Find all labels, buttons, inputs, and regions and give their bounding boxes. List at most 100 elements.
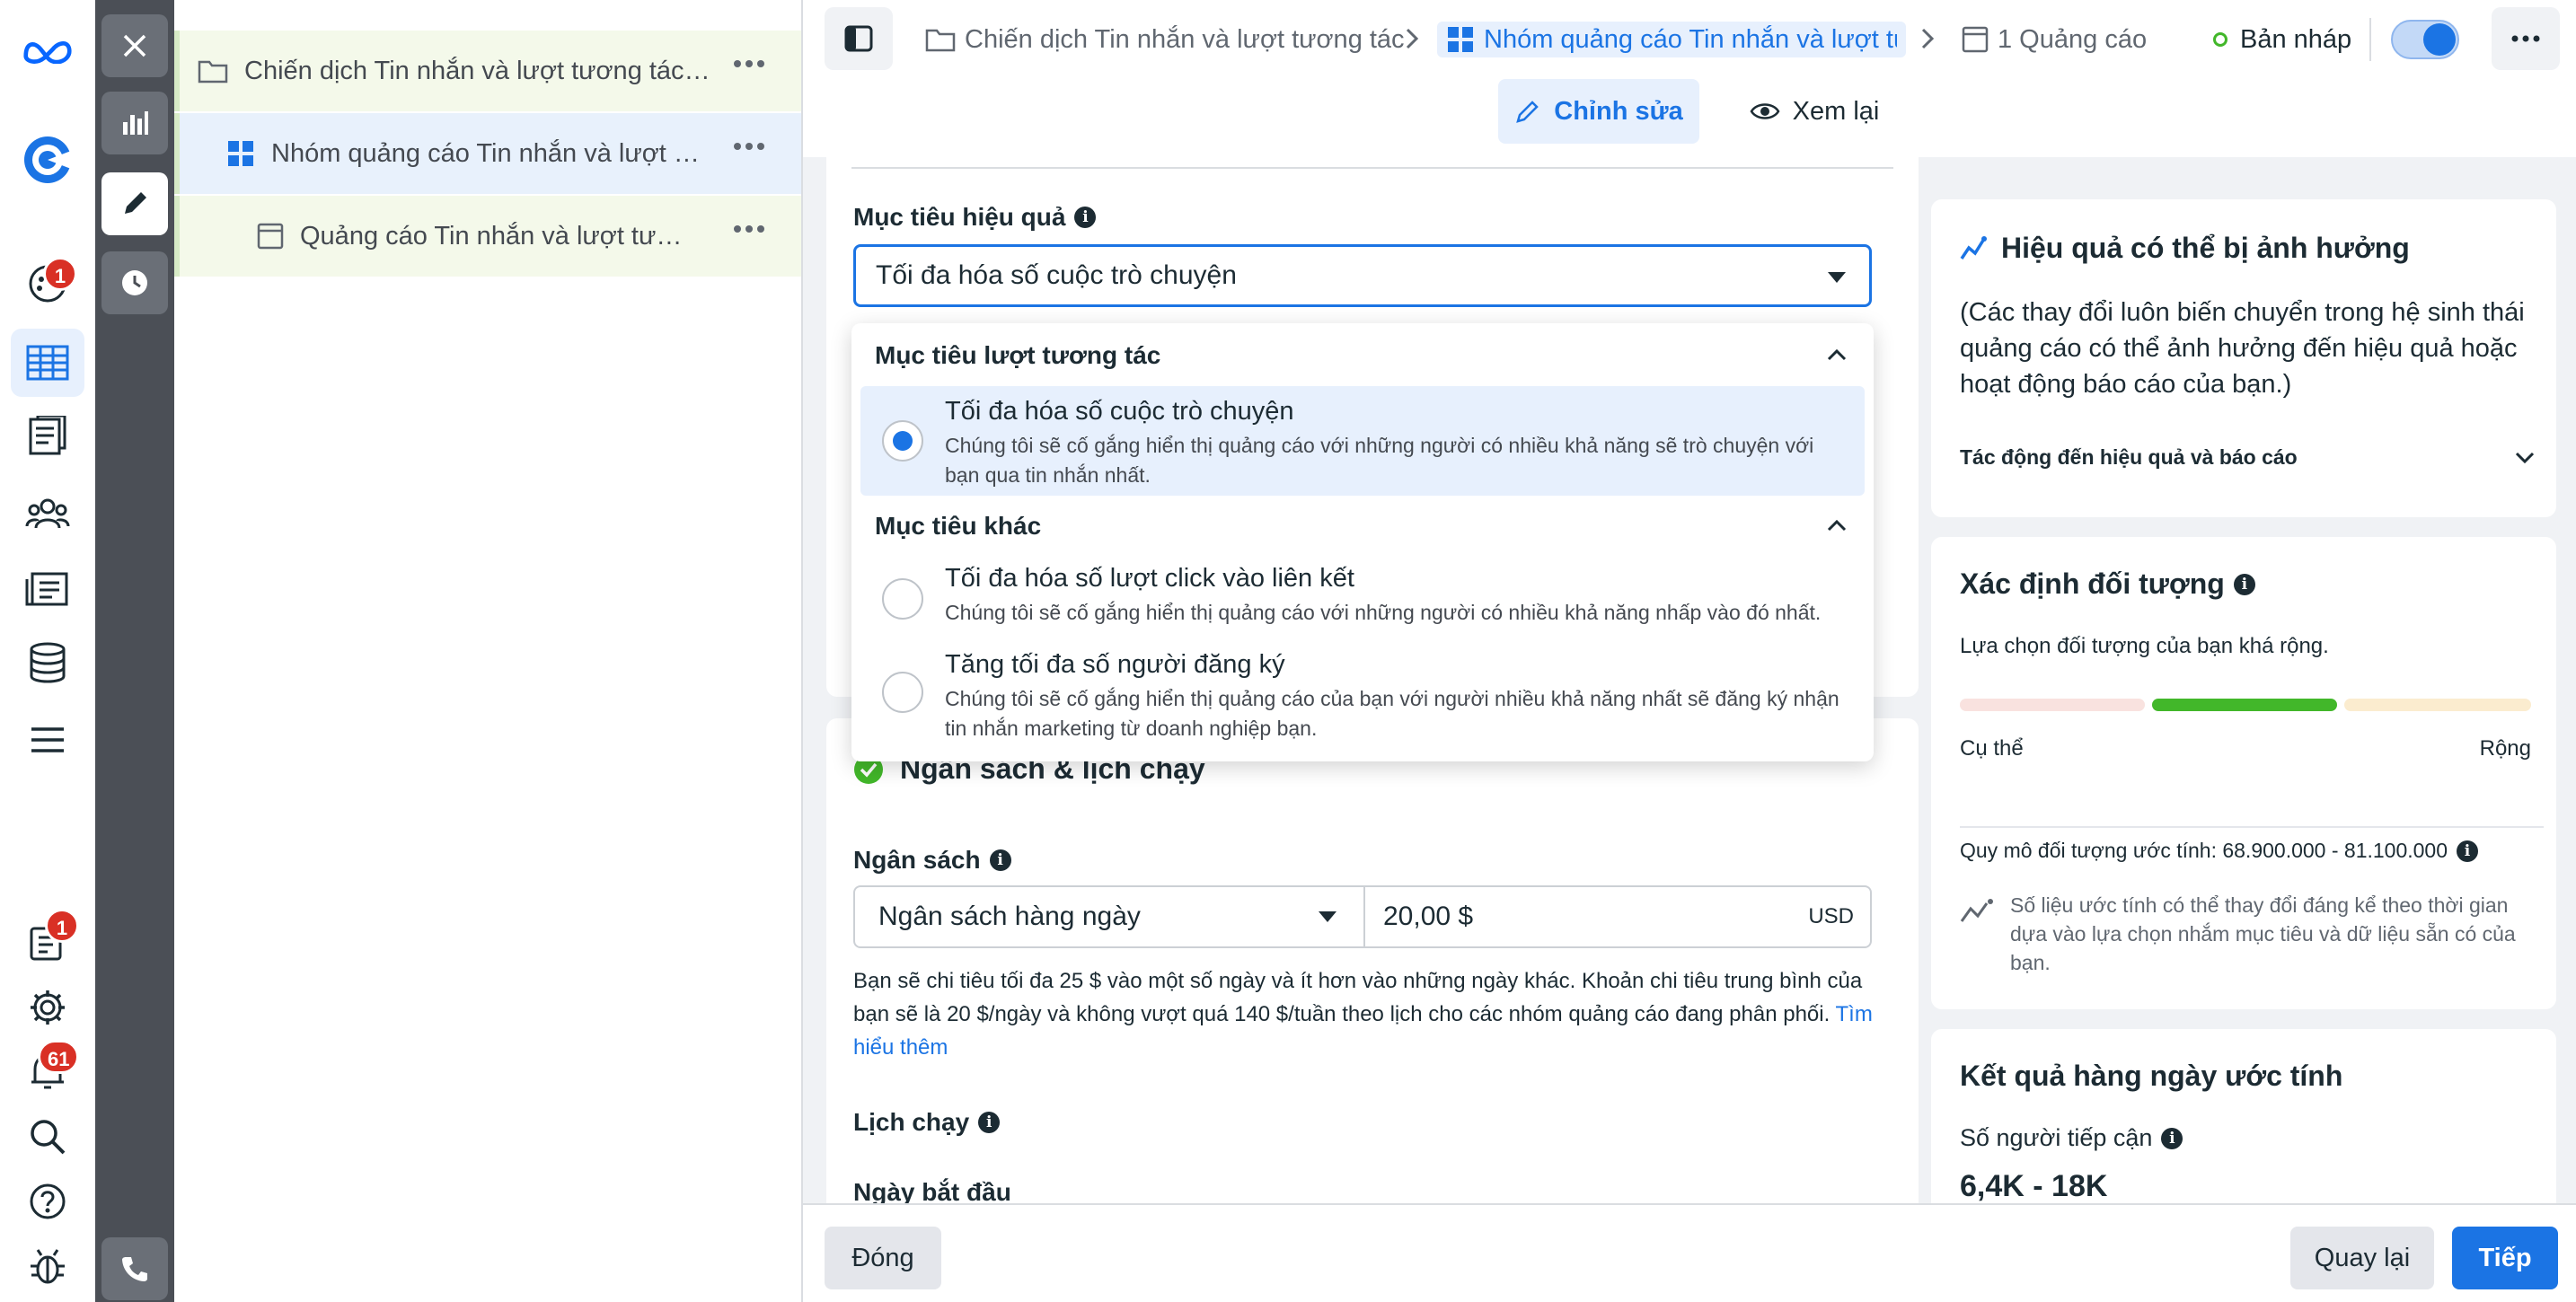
goal-select[interactable]: Tối đa hóa số cuộc trò chuyện (853, 244, 1872, 307)
tree-item-label: Nhóm quảng cáo Tin nhắn và lượt tư... (271, 138, 702, 168)
chevron-right-icon (1921, 28, 1935, 49)
report-bug-icon[interactable] (22, 1241, 73, 1291)
reach-value: 6,4K - 18K (1960, 1169, 2108, 1203)
settings-gear-icon[interactable] (22, 982, 73, 1033)
pencil-icon (1516, 101, 1539, 123)
folder-icon (198, 60, 228, 84)
audiences-icon[interactable] (22, 488, 73, 539)
info-icon[interactable]: i (1074, 207, 1097, 228)
close-button[interactable]: Đóng (825, 1227, 941, 1289)
sidebar-toggle-icon (844, 25, 873, 52)
dropdown-option-conversations[interactable]: Tối đa hóa số cuộc trò chuyện Chúng tôi … (860, 386, 1865, 496)
folder-icon (925, 29, 956, 52)
chevron-down-icon (2515, 452, 2535, 463)
help-icon[interactable] (22, 1176, 73, 1227)
ads-manager-logo-icon[interactable] (22, 135, 73, 185)
next-button[interactable]: Tiếp (2452, 1227, 2558, 1289)
info-icon[interactable]: i (978, 1112, 1001, 1133)
tree-item-label: Chiến dịch Tin nhắn và lượt tương tác ..… (244, 56, 711, 85)
goal-select-value: Tối đa hóa số cuộc trò chuyện (876, 260, 1237, 290)
caret-down-icon (1828, 272, 1846, 283)
ad-icon (257, 223, 284, 250)
catalog-icon[interactable] (22, 562, 73, 612)
dropdown-option-link-clicks[interactable]: Tối đa hóa số lượt click vào liên kết Ch… (860, 553, 1865, 634)
ad-icon (1962, 26, 1989, 53)
tab-review[interactable]: Xem lại (1725, 79, 1904, 144)
notices-badge: 1 (45, 909, 79, 943)
tree-item-ad[interactable]: Quảng cáo Tin nhắn và lượt tươn... (174, 196, 801, 277)
tree-item-adset[interactable]: Nhóm quảng cáo Tin nhắn và lượt tư... (174, 113, 801, 194)
history-button[interactable] (101, 251, 168, 314)
budget-row: Ngân sách hàng ngày 20,00 $ USD (853, 885, 1872, 948)
estimate-trend-icon (1960, 899, 1993, 922)
meta-logo-icon[interactable] (22, 25, 73, 75)
publish-toggle[interactable] (2391, 20, 2459, 59)
dropdown-group-engagement: Mục tiêu lượt tương tác (875, 341, 1161, 369)
radio-unselected[interactable] (882, 578, 923, 620)
more-options-icon[interactable] (733, 142, 765, 151)
info-icon[interactable]: i (989, 849, 1011, 871)
reach-label: Số người tiếp cận i (1960, 1124, 2183, 1152)
budget-type-select[interactable]: Ngân sách hàng ngày (855, 887, 1365, 946)
caret-down-icon (1319, 911, 1337, 922)
more-options-icon[interactable] (733, 224, 765, 233)
breadcrumb-adset[interactable]: Nhóm quảng cáo Tin nhắn và lượt tươ (1437, 22, 1906, 57)
toggle-sidebar-button[interactable] (825, 7, 893, 70)
close-icon (123, 34, 146, 57)
tool-strip (95, 0, 174, 1302)
budget-amount-input[interactable]: 20,00 $ USD (1367, 887, 1870, 946)
chevron-up-icon[interactable] (1827, 348, 1847, 361)
draft-status-dot (2213, 32, 2228, 47)
pages-icon[interactable] (22, 411, 73, 462)
meter-right-label: Rộng (2479, 736, 2531, 761)
chevron-up-icon[interactable] (1827, 519, 1847, 532)
more-options-icon[interactable] (733, 59, 765, 68)
insights-button[interactable] (101, 92, 168, 154)
audience-subtitle: Lựa chọn đối tượng của bạn khá rộng. (1960, 634, 2329, 658)
option-title: Tối đa hóa số cuộc trò chuyện (945, 397, 1294, 426)
campaign-tree: Chiến dịch Tin nhắn và lượt tương tác ..… (174, 0, 803, 1302)
tree-item-label: Quảng cáo Tin nhắn và lượt tươn... (300, 221, 686, 251)
chevron-right-icon (1406, 28, 1419, 49)
dropdown-option-subscribers[interactable]: Tăng tối đa số người đăng ký Chúng tôi s… (860, 639, 1865, 751)
phone-icon (122, 1257, 147, 1281)
clock-icon (122, 270, 147, 295)
info-icon[interactable]: i (2457, 840, 2479, 862)
currency-label: USD (1808, 904, 1854, 928)
audience-note: Số liệu ước tính có thể thay đổi đáng kể… (2010, 893, 2516, 974)
dropdown-group-other: Mục tiêu khác (875, 512, 1042, 540)
more-actions-button[interactable] (2492, 7, 2560, 70)
option-desc: Chúng tôi sẽ cố gắng hiển thị quảng cáo … (945, 687, 1839, 740)
tab-edit[interactable]: Chỉnh sửa (1498, 79, 1699, 144)
option-title: Tăng tối đa số người đăng ký (945, 650, 1285, 679)
info-icon[interactable]: i (2161, 1127, 2183, 1149)
back-button[interactable]: Quay lại (2290, 1227, 2434, 1289)
billing-icon[interactable] (22, 638, 73, 688)
edit-button[interactable] (101, 172, 168, 235)
bar-chart-icon (123, 111, 148, 135)
meter-segment-broad (2344, 699, 2531, 711)
goal-label: Mục tiêu hiệu quả i (853, 203, 1097, 232)
option-desc: Chúng tôi sẽ cố gắng hiển thị quảng cáo … (945, 601, 1822, 624)
breadcrumb-campaign[interactable]: Chiến dịch Tin nhắn và lượt tương tác (925, 22, 1405, 57)
radio-unselected[interactable] (882, 672, 923, 713)
call-support-button[interactable] (101, 1237, 168, 1300)
grid-icon (228, 141, 253, 166)
audience-title: Xác định đối tượng i (1960, 567, 2255, 601)
all-tools-menu-icon[interactable] (22, 715, 73, 765)
campaigns-table-icon[interactable] (11, 329, 84, 397)
results-title: Kết quả hàng ngày ước tính (1960, 1060, 2343, 1092)
meter-segment-specific (1960, 699, 2145, 711)
tree-item-campaign[interactable]: Chiến dịch Tin nhắn và lượt tương tác ..… (174, 31, 801, 111)
info-icon[interactable]: i (2233, 573, 2255, 595)
performance-body: (Các thay đổi luôn biến chuyển trong hệ … (1960, 298, 2525, 399)
performance-expand-link[interactable]: Tác động đến hiệu quả và báo cáo (1960, 445, 2535, 470)
breadcrumb-ad[interactable]: 1 Quảng cáo (1962, 22, 2147, 57)
performance-title: Hiệu quả có thể bị ảnh hưởng (2001, 232, 2410, 264)
option-desc: Chúng tôi sẽ cố gắng hiển thị quảng cáo … (945, 434, 1814, 487)
activity-badge: 1 (43, 257, 77, 291)
search-icon[interactable] (22, 1112, 73, 1162)
performance-card-header: Hiệu quả có thể bị ảnh hưởng (1960, 232, 2410, 265)
radio-selected[interactable] (882, 420, 923, 462)
close-panel-button[interactable] (101, 14, 168, 77)
